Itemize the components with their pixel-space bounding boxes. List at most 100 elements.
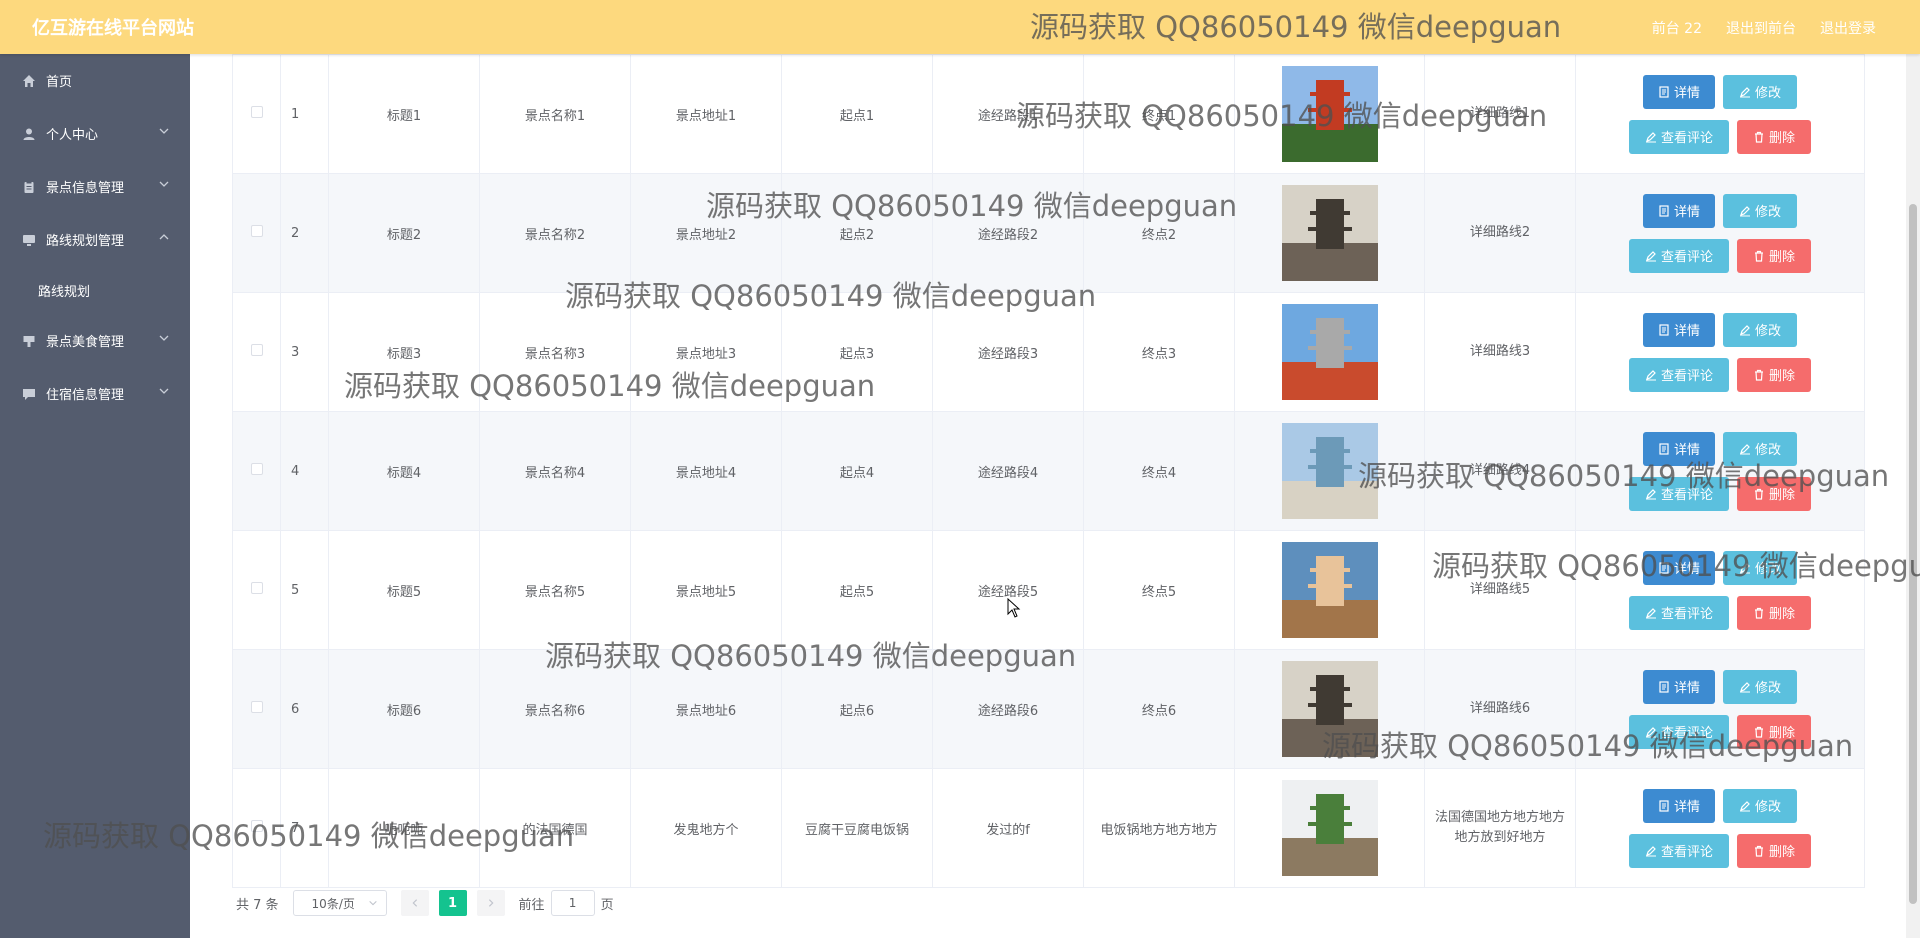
via-road-cell: 途经路段6	[932, 649, 1084, 769]
trash-icon	[1754, 845, 1763, 857]
vertical-scrollbar[interactable]	[1906, 54, 1920, 938]
sidebar-item-spot-info[interactable]: 景点信息管理	[0, 160, 190, 213]
view-comments-button[interactable]: 查看评论	[1629, 595, 1729, 630]
start-point-cell: 豆腐干豆腐电饭锅	[781, 768, 933, 888]
edit-icon	[1645, 250, 1656, 261]
sidebar-item-personal[interactable]: 个人中心	[0, 107, 190, 160]
start-point-cell: 起点6	[781, 649, 933, 769]
sidebar-item-home[interactable]: 首页	[0, 54, 190, 107]
delete-button[interactable]: 删除	[1737, 595, 1811, 630]
edit-button[interactable]: 修改	[1723, 74, 1797, 109]
page-size-select[interactable]: 10条/页	[292, 890, 387, 916]
row-index: 5	[280, 530, 329, 650]
view-comments-label: 查看评论	[1660, 606, 1713, 621]
image-cell	[1234, 649, 1425, 769]
document-icon	[1659, 799, 1669, 812]
chevron-down-icon	[159, 388, 169, 394]
image-cell	[1234, 530, 1425, 650]
sidebar-item-label: 路线规划管理	[46, 234, 125, 249]
delete-button[interactable]: 删除	[1737, 357, 1811, 392]
view-comments-button[interactable]: 查看评论	[1629, 119, 1729, 154]
page-jumper: 前往 1 页	[519, 890, 614, 916]
view-comments-label: 查看评论	[1660, 130, 1713, 145]
row-checkbox[interactable]	[250, 701, 263, 713]
detail-button[interactable]: 详情	[1643, 550, 1715, 585]
spot-address-cell: 景点地址3	[630, 292, 782, 412]
back-to-frontend-link[interactable]: 退出到前台	[1726, 18, 1796, 38]
logout-link[interactable]: 退出登录	[1820, 18, 1876, 38]
route-detail-cell: 详细路线5	[1424, 530, 1576, 650]
edit-label: 修改	[1754, 442, 1781, 457]
row-checkbox[interactable]	[250, 106, 263, 118]
scrollbar-thumb[interactable]	[1909, 204, 1917, 904]
edit-button[interactable]: 修改	[1723, 669, 1797, 704]
document-icon	[1659, 442, 1669, 455]
detail-button[interactable]: 详情	[1643, 312, 1715, 347]
edit-button[interactable]: 修改	[1723, 431, 1797, 466]
edit-label: 修改	[1754, 680, 1781, 695]
goto-page-input[interactable]: 1	[550, 890, 595, 916]
delete-button[interactable]: 删除	[1737, 119, 1811, 154]
view-comments-button[interactable]: 查看评论	[1629, 476, 1729, 511]
spot-name-cell: 景点名称6	[479, 649, 631, 769]
row-checkbox[interactable]	[250, 225, 263, 237]
sidebar-item-food[interactable]: 景点美食管理	[0, 314, 190, 367]
detail-button[interactable]: 详情	[1643, 74, 1715, 109]
delete-label: 删除	[1768, 368, 1795, 383]
home-icon	[22, 74, 36, 88]
edit-icon	[1645, 369, 1656, 380]
detail-button[interactable]: 详情	[1643, 669, 1715, 704]
sidebar-item-route-plan[interactable]: 路线规划管理	[0, 213, 190, 266]
actions-cell: 详情 修改查看评论 删除	[1575, 54, 1865, 174]
start-point-cell: 起点4	[781, 411, 933, 531]
spot-address-cell: 景点地址4	[630, 411, 782, 531]
view-comments-button[interactable]: 查看评论	[1629, 714, 1729, 749]
view-comments-button[interactable]: 查看评论	[1629, 238, 1729, 273]
next-page-button[interactable]	[476, 890, 505, 916]
view-comments-button[interactable]: 查看评论	[1629, 833, 1729, 868]
prev-page-button[interactable]	[400, 890, 429, 916]
view-comments-button[interactable]: 查看评论	[1629, 357, 1729, 392]
route-table: 1 标题1 景点名称1 景点地址1 起点1 途经路段1 终点1 详细路线1 详情 修改 查看评论 删除…	[232, 54, 1865, 888]
row-checkbox[interactable]	[250, 344, 263, 356]
sidebar-item-label: 住宿信息管理	[46, 388, 125, 403]
delete-label: 删除	[1768, 487, 1795, 502]
delete-button[interactable]: 删除	[1737, 476, 1811, 511]
delete-button[interactable]: 删除	[1737, 833, 1811, 868]
sidebar-subitem-route-plan[interactable]: 路线规划	[0, 266, 190, 314]
edit-button[interactable]: 修改	[1723, 193, 1797, 228]
detail-button[interactable]: 详情	[1643, 788, 1715, 823]
detail-button[interactable]: 详情	[1643, 431, 1715, 466]
row-select-cell	[232, 173, 281, 293]
spot-address-cell: 景点地址5	[630, 530, 782, 650]
delete-button[interactable]: 删除	[1737, 714, 1811, 749]
user-icon	[22, 127, 36, 141]
row-select-cell	[232, 54, 281, 174]
row-checkbox[interactable]	[250, 820, 263, 832]
table-row: 2 标题2 景点名称2 景点地址2 起点2 途经路段2 终点2 详细路线2 详情 修改 查看评论 删除	[232, 173, 1865, 293]
frontend-user-link[interactable]: 前台 22	[1652, 18, 1702, 38]
actions-cell: 详情 修改查看评论 删除	[1575, 173, 1865, 293]
row-checkbox[interactable]	[250, 463, 263, 475]
edit-button[interactable]: 修改	[1723, 788, 1797, 823]
end-point-cell: 终点6	[1083, 649, 1235, 769]
row-select-cell	[232, 649, 281, 769]
delete-button[interactable]: 删除	[1737, 238, 1811, 273]
sidebar-subitem-label: 路线规划	[38, 284, 91, 300]
chevron-down-icon	[159, 181, 169, 187]
detail-button[interactable]: 详情	[1643, 193, 1715, 228]
page-number-button[interactable]: 1	[438, 890, 467, 916]
trash-icon	[1754, 131, 1763, 143]
image-cell	[1234, 292, 1425, 412]
edit-icon	[1739, 205, 1750, 216]
chevron-up-icon	[159, 234, 169, 240]
edit-button[interactable]: 修改	[1723, 312, 1797, 347]
edit-button[interactable]: 修改	[1723, 550, 1797, 585]
chevron-down-icon	[159, 335, 169, 341]
row-index: 7	[280, 768, 329, 888]
edit-icon	[1739, 443, 1750, 454]
chevron-left-icon	[412, 899, 417, 907]
row-checkbox[interactable]	[250, 582, 263, 594]
sidebar-item-lodging[interactable]: 住宿信息管理	[0, 367, 190, 420]
edit-label: 修改	[1754, 85, 1781, 100]
